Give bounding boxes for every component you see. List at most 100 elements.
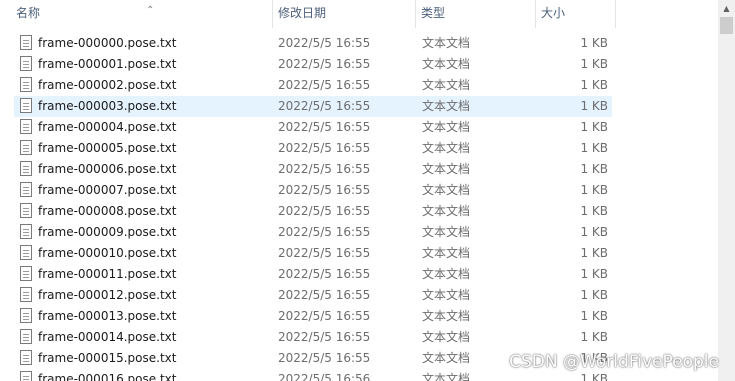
file-type: 文本文档 [422, 246, 471, 260]
column-header-type-label: 类型 [421, 6, 446, 20]
file-modified-date: 2022/5/5 16:55 [278, 204, 371, 218]
text-file-icon [20, 287, 32, 302]
file-type: 文本文档 [422, 78, 471, 92]
file-modified-date: 2022/5/5 16:55 [278, 78, 371, 92]
file-size: 1 KB [580, 225, 608, 239]
file-name: frame-000012.pose.txt [38, 288, 177, 302]
file-name: frame-000003.pose.txt [38, 99, 177, 113]
file-modified-date: 2022/5/5 16:55 [278, 162, 371, 176]
file-name: frame-000002.pose.txt [38, 78, 177, 92]
file-type: 文本文档 [422, 288, 471, 302]
file-name: frame-000004.pose.txt [38, 120, 177, 134]
file-name: frame-000009.pose.txt [38, 225, 177, 239]
file-type: 文本文档 [422, 372, 471, 381]
file-name: frame-000011.pose.txt [38, 267, 177, 281]
file-row[interactable]: frame-000002.pose.txt 2022/5/5 16:55 文本文档 1… [14, 75, 612, 96]
file-size: 1 KB [580, 78, 608, 92]
file-modified-date: 2022/5/5 16:55 [278, 288, 371, 302]
file-name: frame-000000.pose.txt [38, 36, 177, 50]
text-file-icon [20, 35, 32, 50]
file-row[interactable]: frame-000014.pose.txt 2022/5/5 16:55 文本文档 1… [14, 327, 612, 348]
text-file-icon [20, 119, 32, 134]
file-modified-date: 2022/5/5 16:55 [278, 141, 371, 155]
file-type: 文本文档 [422, 141, 471, 155]
file-row[interactable]: frame-000006.pose.txt 2022/5/5 16:55 文本文档 1… [14, 159, 612, 180]
text-file-icon [20, 182, 32, 197]
watermark: CSDN @WorldFivePeople [509, 352, 719, 372]
file-row[interactable]: frame-000005.pose.txt 2022/5/5 16:55 文本文档 1… [14, 138, 612, 159]
text-file-icon [20, 98, 32, 113]
file-name: frame-000001.pose.txt [38, 57, 177, 71]
file-size: 1 KB [580, 57, 608, 71]
file-type: 文本文档 [422, 57, 471, 71]
file-name: frame-000010.pose.txt [38, 246, 177, 260]
file-row[interactable]: frame-000010.pose.txt 2022/5/5 16:55 文本文档 1… [14, 243, 612, 264]
file-modified-date: 2022/5/5 16:55 [278, 120, 371, 134]
file-name: frame-000014.pose.txt [38, 330, 177, 344]
file-name: frame-000013.pose.txt [38, 309, 177, 323]
file-name: frame-000006.pose.txt [38, 162, 177, 176]
file-size: 1 KB [580, 141, 608, 155]
file-modified-date: 2022/5/5 16:55 [278, 36, 371, 50]
text-file-icon [20, 224, 32, 239]
text-file-icon [20, 203, 32, 218]
file-size: 1 KB [580, 288, 608, 302]
file-row[interactable]: frame-000007.pose.txt 2022/5/5 16:55 文本文档 1… [14, 180, 612, 201]
file-row[interactable]: frame-000008.pose.txt 2022/5/5 16:55 文本文档 1… [14, 201, 612, 222]
file-size: 1 KB [580, 162, 608, 176]
file-row[interactable]: frame-000003.pose.txt 2022/5/5 16:55 文本文档 1… [14, 96, 612, 117]
file-modified-date: 2022/5/5 16:55 [278, 330, 371, 344]
file-name: frame-000016.pose.txt [38, 372, 177, 381]
file-type: 文本文档 [422, 120, 471, 134]
file-row[interactable]: frame-000013.pose.txt 2022/5/5 16:55 文本文档 1… [14, 306, 612, 327]
file-size: 1 KB [580, 204, 608, 218]
file-modified-date: 2022/5/5 16:55 [278, 351, 371, 365]
column-header-date[interactable]: 修改日期 [272, 0, 415, 28]
file-type: 文本文档 [422, 183, 471, 197]
file-row[interactable]: frame-000004.pose.txt 2022/5/5 16:55 文本文档 1… [14, 117, 612, 138]
file-modified-date: 2022/5/5 16:55 [278, 183, 371, 197]
column-header-bar: 名称 ⌃ 修改日期 类型 大小 [0, 0, 718, 28]
text-file-icon [20, 266, 32, 281]
vertical-scrollbar[interactable]: ▲ [718, 0, 735, 381]
file-type: 文本文档 [422, 36, 471, 50]
file-name: frame-000005.pose.txt [38, 141, 177, 155]
text-file-icon [20, 329, 32, 344]
file-row[interactable]: frame-000009.pose.txt 2022/5/5 16:55 文本文档 1… [14, 222, 612, 243]
file-size: 1 KB [580, 309, 608, 323]
file-size: 1 KB [580, 330, 608, 344]
text-file-icon [20, 350, 32, 365]
column-header-size[interactable]: 大小 [535, 0, 615, 28]
text-file-icon [20, 56, 32, 71]
file-name: frame-000007.pose.txt [38, 183, 177, 197]
file-row[interactable]: frame-000011.pose.txt 2022/5/5 16:55 文本文档 1… [14, 264, 612, 285]
file-type: 文本文档 [422, 267, 471, 281]
file-row[interactable]: frame-000000.pose.txt 2022/5/5 16:55 文本文档 1… [14, 33, 612, 54]
file-explorer-window: 名称 ⌃ 修改日期 类型 大小 frame-000000.pose.txt 202… [0, 0, 735, 381]
scroll-up-arrow-icon[interactable]: ▲ [718, 0, 735, 17]
file-type: 文本文档 [422, 351, 471, 365]
file-name: frame-000008.pose.txt [38, 204, 177, 218]
file-modified-date: 2022/5/5 16:55 [278, 246, 371, 260]
file-type: 文本文档 [422, 225, 471, 239]
file-type: 文本文档 [422, 330, 471, 344]
column-header-date-label: 修改日期 [278, 6, 327, 20]
file-size: 1 KB [580, 120, 608, 134]
file-modified-date: 2022/5/5 16:55 [278, 57, 371, 71]
file-size: 1 KB [580, 267, 608, 281]
column-header-size-label: 大小 [541, 6, 566, 20]
file-size: 1 KB [580, 183, 608, 197]
text-file-icon [20, 77, 32, 92]
column-header-type[interactable]: 类型 [415, 0, 535, 28]
column-divider[interactable] [615, 0, 616, 28]
file-modified-date: 2022/5/5 16:55 [278, 99, 371, 113]
file-size: 1 KB [580, 36, 608, 50]
file-row[interactable]: frame-000012.pose.txt 2022/5/5 16:55 文本文档 1… [14, 285, 612, 306]
text-file-icon [20, 245, 32, 260]
file-size: 1 KB [580, 99, 608, 113]
file-row[interactable]: frame-000001.pose.txt 2022/5/5 16:55 文本文档 1… [14, 54, 612, 75]
column-header-name[interactable]: 名称 ⌃ [10, 0, 272, 28]
scrollbar-thumb[interactable] [720, 17, 733, 34]
text-file-icon [20, 140, 32, 155]
file-size: 1 KB [580, 246, 608, 260]
